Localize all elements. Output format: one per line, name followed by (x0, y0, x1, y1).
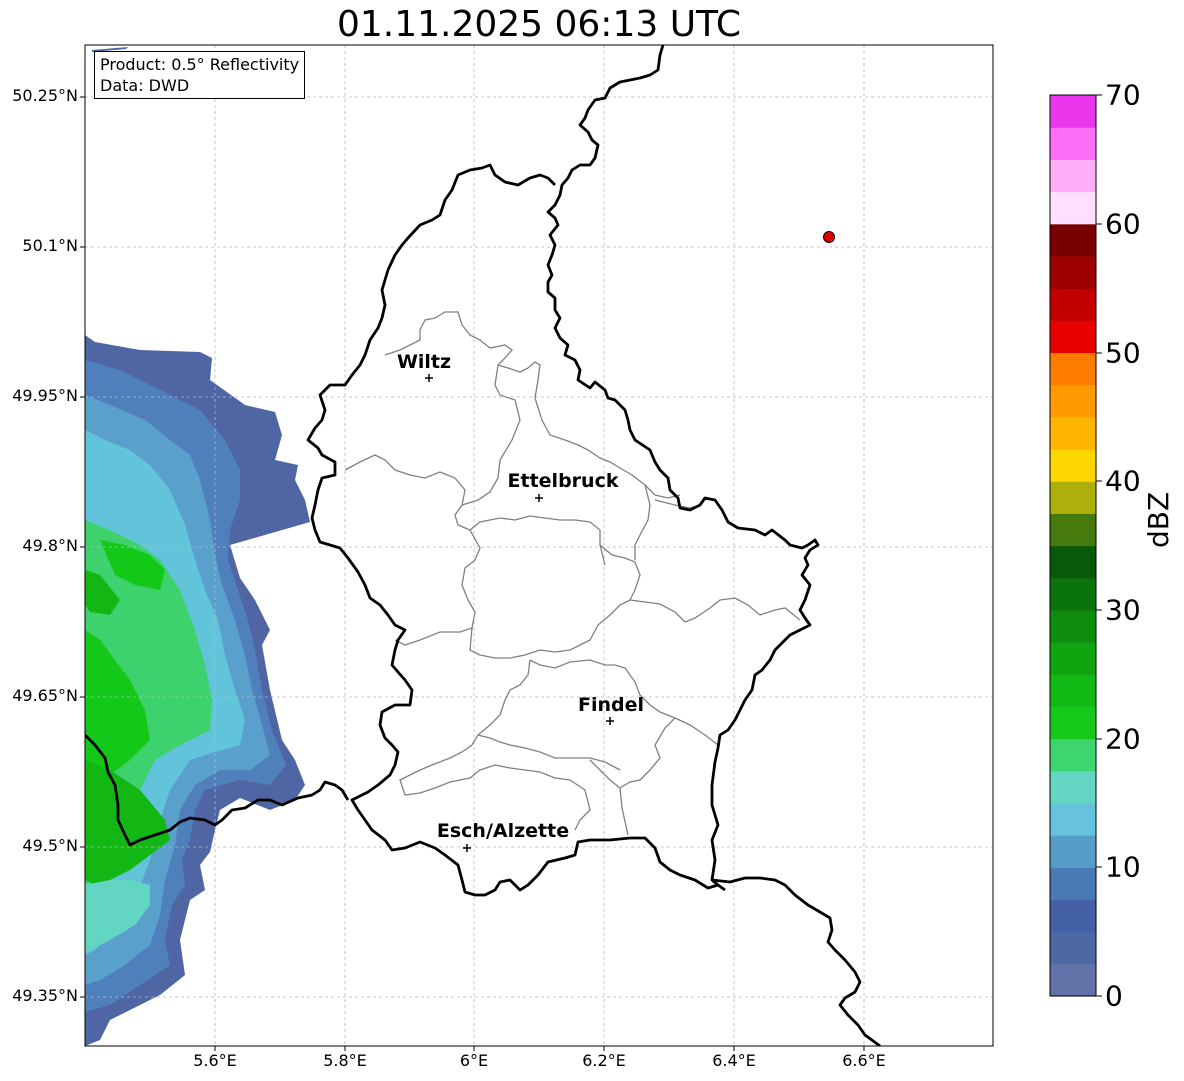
radar-site-marker (823, 231, 835, 243)
colorbar-segment (1050, 706, 1096, 740)
lat-label: 49.8°N (22, 536, 78, 555)
city-label-ettelbruck: Ettelbruck (507, 470, 619, 492)
colorbar-tick-label: 30 (1105, 593, 1141, 627)
lat-label: 50.25°N (12, 86, 78, 105)
colorbar-segment (1050, 481, 1096, 514)
colorbar-segment (1050, 802, 1096, 836)
data-source-text: Data: DWD (100, 76, 190, 95)
lon-label: 5.8°E (323, 1051, 367, 1070)
colorbar-tick-label: 10 (1105, 850, 1141, 884)
city-label-wiltz: Wiltz (396, 351, 452, 373)
lon-label: 6.2°E (582, 1051, 626, 1070)
lon-label: 6.6°E (842, 1051, 886, 1070)
colorbar-segment (1050, 416, 1096, 450)
colorbar-segment (1050, 963, 1096, 997)
map-canvas (80, 44, 1102, 1051)
lat-label: 49.5°N (22, 836, 78, 855)
colorbar-tick-label: 0 (1105, 979, 1123, 1013)
lat-label: 50.1°N (22, 236, 78, 255)
colorbar-segment (1050, 255, 1096, 289)
colorbar-segment (1050, 448, 1096, 482)
colorbar-label: dBZ (1142, 491, 1175, 548)
colorbar-segment (1050, 352, 1096, 386)
colorbar-segment (1050, 931, 1096, 965)
colorbar-tick-label: 70 (1105, 78, 1141, 112)
colorbar-segment (1050, 159, 1096, 193)
colorbar-tick-label: 50 (1105, 336, 1141, 370)
colorbar-segment (1050, 223, 1096, 257)
colorbar-segment (1050, 288, 1096, 321)
colorbar-tick-label: 40 (1105, 464, 1141, 498)
colorbar-segment (1050, 642, 1096, 675)
city-label-findel: Findel (577, 694, 645, 716)
colorbar-segment (1050, 384, 1096, 418)
lat-label: 49.95°N (12, 386, 78, 405)
lon-label: 5.6°E (193, 1051, 237, 1070)
colorbar-tick-label: 20 (1105, 722, 1141, 756)
colorbar-segment (1050, 577, 1096, 611)
lat-label: 49.65°N (12, 686, 78, 705)
colorbar-tick-label: 60 (1105, 207, 1141, 241)
colorbar-segment (1050, 609, 1096, 643)
colorbar-segment (1050, 674, 1096, 707)
city-label-esch: Esch/Alzette (436, 820, 570, 842)
colorbar-tick-marks (1096, 94, 1102, 997)
colorbar-segment (1050, 545, 1096, 579)
colorbar-segment (1050, 835, 1096, 868)
colorbar-segment (1050, 867, 1096, 901)
colorbar-segment (1050, 738, 1096, 772)
colorbar-segment (1050, 95, 1096, 128)
colorbar (1050, 95, 1096, 997)
colorbar-segment (1050, 320, 1096, 354)
colorbar-segment (1050, 770, 1096, 804)
colorbar-segment (1050, 191, 1096, 225)
lon-label: 6°E (459, 1051, 489, 1070)
product-text: Product: 0.5° Reflectivity (100, 55, 300, 74)
product-info-box: Product: 0.5° Reflectivity Data: DWD (94, 51, 306, 99)
colorbar-segment (1050, 513, 1096, 547)
colorbar-segment (1050, 899, 1096, 933)
lon-label: 6.4°E (712, 1051, 756, 1070)
lat-label: 49.35°N (12, 986, 78, 1005)
colorbar-segment (1050, 127, 1096, 160)
